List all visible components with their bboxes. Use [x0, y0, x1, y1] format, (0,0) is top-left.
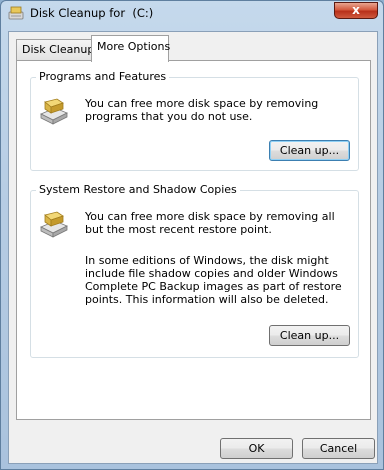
window-title: Disk Cleanup for (C:): [30, 6, 154, 20]
cancel-button[interactable]: Cancel: [302, 438, 375, 459]
more-options-panel: Programs and Features You can free more …: [16, 60, 371, 420]
programs-description: You can free more disk space by removing…: [85, 97, 319, 123]
tab-disk-cleanup[interactable]: Disk Cleanup: [16, 39, 94, 61]
restore-description: You can free more disk space by removing…: [85, 210, 335, 236]
title-bar[interactable]: Disk Cleanup for (C:) x: [1, 1, 383, 27]
close-button[interactable]: x: [334, 2, 378, 19]
drive-icon: [40, 98, 68, 125]
restore-details: In some editions of Windows, the disk mi…: [85, 254, 342, 306]
disk-cleanup-window: Disk Cleanup for (C:) x Disk Cleanup Mor…: [0, 0, 384, 470]
restore-group-title: System Restore and Shadow Copies: [36, 183, 240, 196]
drive-icon: [40, 211, 68, 238]
restore-clean-up-button[interactable]: Clean up...: [269, 325, 350, 346]
programs-group-title: Programs and Features: [36, 70, 170, 83]
dialog-body: Disk Cleanup More Options Programs and F…: [8, 31, 378, 464]
disk-cleanup-app-icon: [8, 6, 24, 20]
system-restore-group: System Restore and Shadow Copies You can…: [30, 183, 359, 358]
programs-clean-up-button[interactable]: Clean up...: [269, 140, 350, 161]
tab-more-options[interactable]: More Options: [91, 35, 170, 62]
ok-button[interactable]: OK: [220, 438, 293, 459]
programs-and-features-group: Programs and Features You can free more …: [30, 70, 359, 171]
